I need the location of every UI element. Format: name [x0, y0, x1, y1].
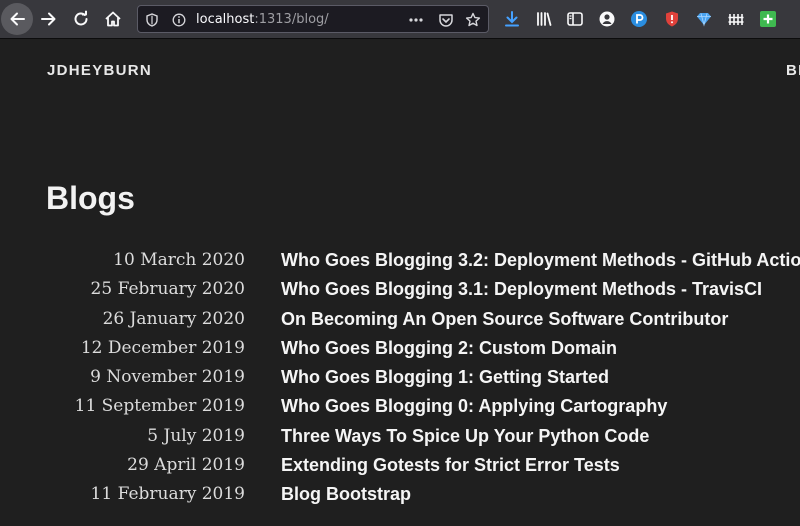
post-link[interactable]: Who Goes Blogging 1: Getting Started: [281, 367, 609, 388]
post-link[interactable]: Who Goes Blogging 0: Applying Cartograph…: [281, 396, 667, 417]
back-button[interactable]: [1, 3, 33, 35]
tracking-shield-icon[interactable]: [144, 12, 160, 28]
post-date: 10 March 2020: [113, 250, 245, 270]
sidebar-icon[interactable]: [565, 9, 585, 29]
downloads-icon[interactable]: [502, 9, 522, 29]
arrow-right-icon: [41, 12, 56, 26]
post-date: 11 February 2019: [90, 484, 245, 505]
list-item: 26 January 2020 On Becoming An Open Sour…: [0, 309, 800, 338]
url-host: localhost: [196, 12, 255, 27]
arrow-left-icon: [10, 12, 25, 26]
reload-icon: [74, 10, 88, 26]
bookmark-star-icon[interactable]: [465, 12, 481, 28]
extension-p-icon[interactable]: [629, 9, 649, 29]
reload-button[interactable]: [65, 3, 97, 35]
home-icon: [105, 11, 121, 27]
list-item: 29 April 2019 Extending Gotests for Stri…: [0, 455, 800, 484]
nav-link-partial[interactable]: BL: [786, 62, 800, 79]
page-actions-icon[interactable]: [408, 12, 424, 28]
brave-shield-icon[interactable]: [662, 9, 682, 29]
list-item: 25 February 2020 Who Goes Blogging 3.1: …: [0, 279, 800, 308]
post-link[interactable]: Blog Bootstrap: [281, 484, 411, 505]
forward-button[interactable]: [33, 3, 65, 35]
add-plus-icon[interactable]: [758, 9, 778, 29]
post-link[interactable]: Who Goes Blogging 3.2: Deployment Method…: [281, 250, 800, 271]
page-title: Blogs: [46, 180, 135, 216]
list-item: 11 September 2019 Who Goes Blogging 0: A…: [0, 396, 800, 425]
info-icon[interactable]: [171, 12, 187, 28]
post-date: 25 February 2020: [90, 279, 245, 300]
post-link[interactable]: Three Ways To Spice Up Your Python Code: [281, 426, 649, 447]
post-link[interactable]: On Becoming An Open Source Software Cont…: [281, 309, 728, 330]
list-item: 5 July 2019 Three Ways To Spice Up Your …: [0, 426, 800, 455]
post-date: 26 January 2020: [102, 308, 245, 329]
post-date: 12 December 2019: [80, 337, 245, 358]
library-icon[interactable]: [534, 9, 554, 29]
url-path: :1313/blog/: [254, 12, 329, 27]
account-icon[interactable]: [597, 9, 617, 29]
post-date: 9 November 2019: [90, 367, 245, 388]
post-date: 5 July 2019: [147, 425, 245, 446]
fence-icon[interactable]: [726, 9, 746, 29]
address-bar[interactable]: localhost:1313/blog/: [137, 5, 489, 33]
url-text[interactable]: localhost:1313/blog/: [196, 12, 329, 27]
list-item: 10 March 2020 Who Goes Blogging 3.2: Dep…: [0, 250, 800, 279]
pocket-icon[interactable]: [438, 12, 454, 28]
list-item: 11 February 2019 Blog Bootstrap: [0, 484, 800, 513]
site-title[interactable]: JDHEYBURN: [47, 62, 152, 79]
list-item: 9 November 2019 Who Goes Blogging 1: Get…: [0, 367, 800, 396]
gem-icon[interactable]: [694, 9, 714, 29]
post-date: 29 April 2019: [127, 455, 245, 476]
post-link[interactable]: Who Goes Blogging 3.1: Deployment Method…: [281, 279, 762, 300]
browser-toolbar: localhost:1313/blog/: [0, 0, 800, 39]
post-link[interactable]: Who Goes Blogging 2: Custom Domain: [281, 338, 617, 359]
post-list: 10 March 2020 Who Goes Blogging 3.2: Dep…: [0, 250, 800, 514]
post-link[interactable]: Extending Gotests for Strict Error Tests: [281, 455, 620, 476]
list-item: 12 December 2019 Who Goes Blogging 2: Cu…: [0, 338, 800, 367]
home-button[interactable]: [97, 3, 129, 35]
post-date: 11 September 2019: [74, 396, 245, 417]
